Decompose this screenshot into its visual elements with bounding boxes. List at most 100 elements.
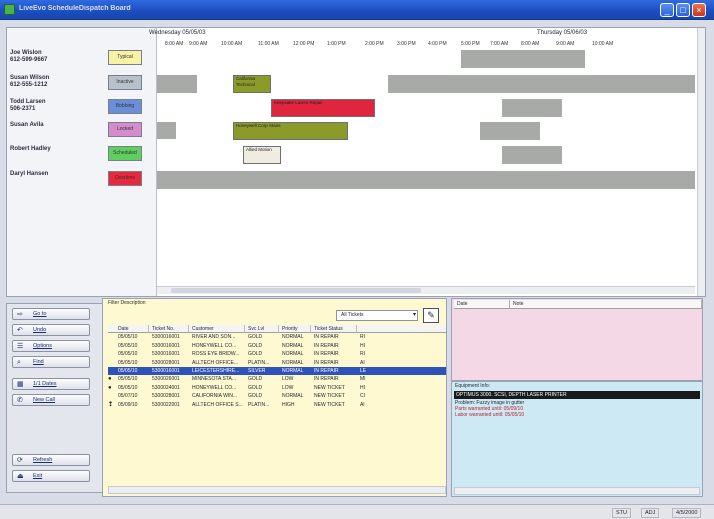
window-title: LiveEvo ScheduleDispatch Board <box>19 5 131 12</box>
table-cell: RIVER AND SON... <box>192 334 236 341</box>
table-cell: GOLD <box>248 376 263 383</box>
table-row[interactable]: 05/05/10 5300016001 LEICESTERSHIRE... SILVE… <box>108 366 446 376</box>
column-header[interactable]: Date <box>116 325 149 334</box>
scrollbar-thumb[interactable] <box>171 288 421 293</box>
ticket-flag-icon: ● <box>108 384 112 391</box>
options-icon: ☰ <box>17 343 24 350</box>
unavailable-block <box>388 75 695 93</box>
table-row[interactable]: 05/07/10 5300028001 CALIFORNIA WIN... GOLD N… <box>108 392 446 400</box>
table-row[interactable]: ● 05/05/10 5300024001 HONEYWELL CO... GOLD LO… <box>108 384 446 392</box>
table-cell: NORMAL <box>282 367 304 374</box>
ticket-table[interactable]: Date Ticket No. Customer Svc Lvl Priority Tic… <box>108 325 446 409</box>
goto-icon: ⇨ <box>17 311 23 318</box>
go-to-button[interactable]: ⇨ Go to <box>12 308 90 320</box>
table-row[interactable]: 05/05/10 5300028001 ALLTECH OFFICE... PLATI… <box>108 359 446 367</box>
1-1-dates-button[interactable]: ▦ 1/1 Dates <box>12 378 90 390</box>
unavailable-block <box>157 171 695 189</box>
minimize-button[interactable]: _ <box>660 3 674 17</box>
timeline[interactable]: California Technical Keepsake Lawns Repai… <box>157 50 695 294</box>
appointment-block[interactable]: Honeywell Corp Stairs <box>233 122 348 140</box>
maximize-button[interactable]: □ <box>676 3 690 17</box>
new-call-button[interactable]: ✆ New Call <box>12 394 90 406</box>
column-header[interactable]: Ticket No. <box>150 325 189 334</box>
table-cell: 5300022001 <box>152 401 180 408</box>
table-cell: IN REPAIR <box>314 367 339 374</box>
table-cell: HI <box>360 384 365 391</box>
equipment-selected-item[interactable]: OPTIMUS 3000. SCSI, DEPTH LASER PRINTER <box>454 391 700 399</box>
ticket-panel: Filter Description All Tickets ▾ ✎ Date T… <box>102 298 447 497</box>
table-cell: Al <box>360 401 365 408</box>
find-button[interactable]: ⌕ Find <box>12 356 90 368</box>
table-cell: LOW <box>282 376 294 383</box>
technician-phone: 506-2371 <box>10 106 36 112</box>
table-cell: HI <box>360 342 365 349</box>
notes-date-header[interactable]: Date <box>454 300 510 309</box>
app-icon <box>4 4 15 15</box>
table-cell: NORMAL <box>282 342 304 349</box>
status-bar: STU ADJ 4/5/2000 <box>0 504 714 519</box>
table-cell: 5300028001 <box>152 393 180 400</box>
table-row[interactable]: ● 05/05/10 5300026001 MINNESOTA STA... GOLD L… <box>108 375 446 383</box>
edit-filter-icon[interactable]: ✎ <box>423 308 439 323</box>
time-label: 5:00 PM <box>461 41 480 47</box>
table-cell: IN REPAIR <box>314 359 339 366</box>
technician-status-badge[interactable]: Inactive <box>108 75 142 90</box>
technician-status-badge[interactable]: Overtime <box>108 171 142 186</box>
notes-note-header[interactable]: Note <box>510 300 702 309</box>
refresh-button[interactable]: ⟳ Refresh <box>12 454 90 466</box>
technician-status-badge[interactable]: Scheduled <box>108 146 142 161</box>
column-header[interactable]: Priority <box>280 325 311 334</box>
button-label: Undo <box>33 327 47 333</box>
chevron-down-icon: ▾ <box>412 312 416 318</box>
close-button[interactable]: × <box>692 3 706 17</box>
appointment-block[interactable]: California Technical <box>233 75 271 93</box>
time-label: 10:00 AM <box>592 41 614 47</box>
appointment-block[interactable]: Allied Motion <box>243 146 281 164</box>
technician-status-badge[interactable]: Bobbing <box>108 99 142 114</box>
technician-name: Daryl Hansen <box>10 171 49 177</box>
table-cell: IN REPAIR <box>314 376 339 383</box>
button-label: Go to <box>33 311 47 317</box>
unavailable-block <box>502 146 562 164</box>
table-cell: PLATIN... <box>248 359 270 366</box>
technician-phone: 612-555-1212 <box>10 82 48 88</box>
table-cell: NEW TICKET <box>314 393 345 400</box>
time-label: 9:00 AM <box>556 41 575 47</box>
table-cell: RI <box>360 351 365 358</box>
table-cell: CALIFORNIA WIN... <box>192 393 238 400</box>
table-cell: 05/05/10 <box>118 342 138 349</box>
column-header[interactable]: Svc Lvl <box>246 325 279 334</box>
table-cell: GOLD <box>248 384 263 391</box>
equipment-detail-line: Labor warranted until: 05/05/10 <box>455 412 525 418</box>
column-header[interactable]: Ticket Status <box>312 325 357 334</box>
status-cell: STU <box>612 508 631 518</box>
ticket-filter-dropdown[interactable]: All Tickets ▾ <box>336 310 418 321</box>
schedule-vertical-scrollbar[interactable] <box>697 28 705 296</box>
table-row[interactable]: 05/05/10 5300016001 ROSS EYE BRIDW... GOLD N… <box>108 350 446 358</box>
table-cell: HONEYWELL CO... <box>192 342 237 349</box>
table-row[interactable]: ❢ 05/09/10 5300022001 ALLTECH OFFICE S... PL… <box>108 401 446 409</box>
table-cell: 05/07/10 <box>118 393 138 400</box>
column-header[interactable]: Customer <box>190 325 245 334</box>
table-row[interactable]: 05/05/10 5300016001 RIVER AND SON... GOLD NO… <box>108 333 446 341</box>
status-cell: ADJ <box>641 508 660 518</box>
table-cell: HIGH <box>282 401 295 408</box>
ticket-table-scrollbar[interactable] <box>108 486 446 494</box>
table-cell: MINNESOTA STA... <box>192 376 236 383</box>
options-button[interactable]: ☰ Options <box>12 340 90 352</box>
technician-status-badge[interactable]: Typical <box>108 50 142 65</box>
appointment-block[interactable]: Keepsake Lawns Repair <box>271 99 375 117</box>
table-row[interactable]: 05/05/10 5300016001 HONEYWELL CO... GOLD NOR… <box>108 342 446 350</box>
table-cell: NORMAL <box>282 334 304 341</box>
equipment-scrollbar[interactable] <box>454 487 700 495</box>
table-cell: 05/05/10 <box>118 367 138 374</box>
table-cell: NEW TICKET <box>314 401 345 408</box>
undo-button[interactable]: ↶ Undo <box>12 324 90 336</box>
table-cell: SILVER <box>248 367 266 374</box>
schedule-horizontal-scrollbar[interactable] <box>157 286 695 294</box>
technician-status-badge[interactable]: Locked <box>108 122 142 137</box>
table-cell: GOLD <box>248 351 263 358</box>
time-label: 11:00 AM <box>258 41 279 47</box>
ticket-flag-icon: ❢ <box>108 401 114 408</box>
exit-button[interactable]: ⏏ Exit <box>12 470 90 482</box>
